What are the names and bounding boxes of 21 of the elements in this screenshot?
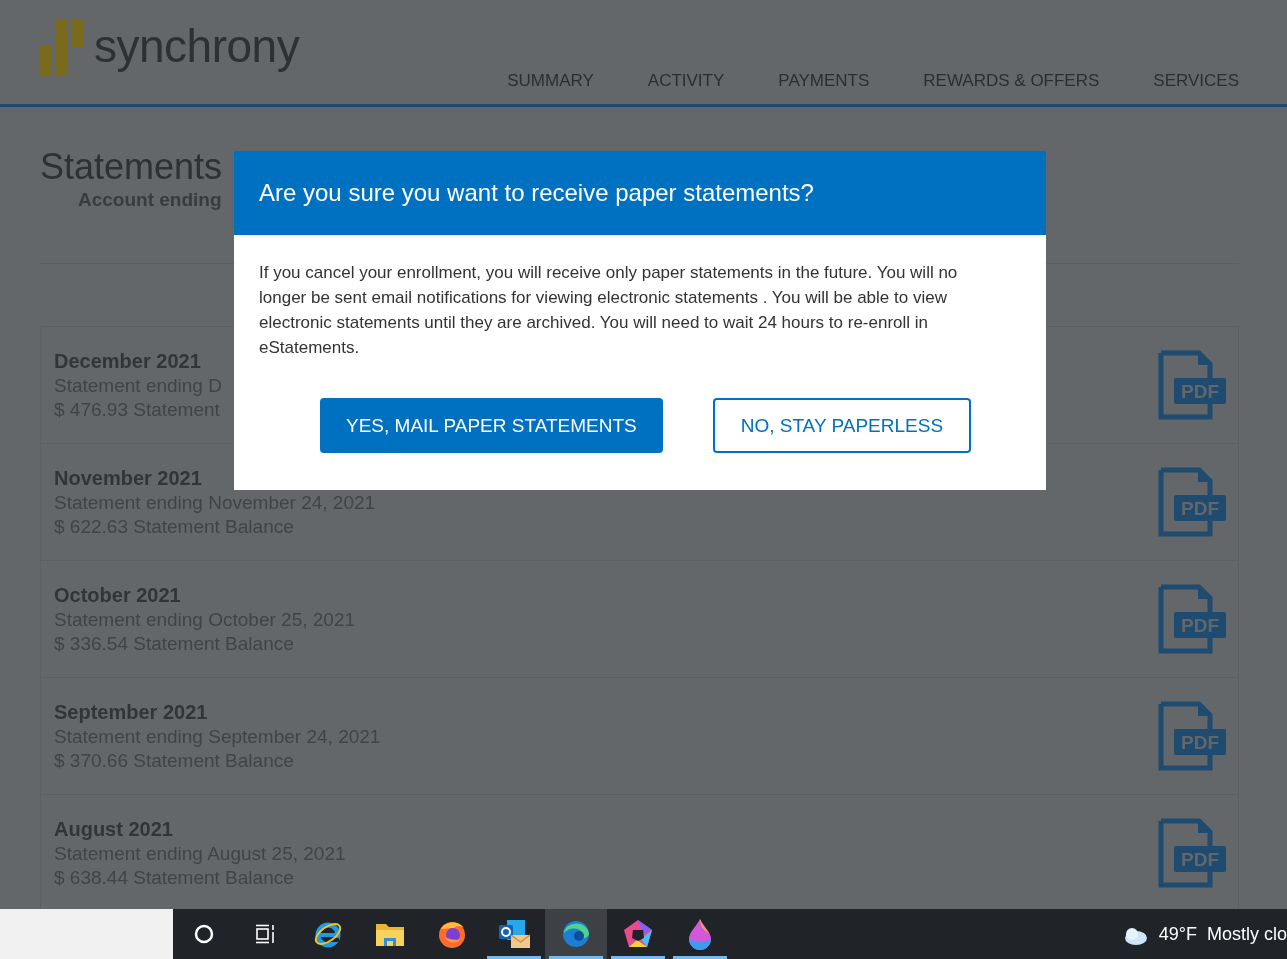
fox-globe-icon[interactable] xyxy=(437,919,467,949)
mail-envelope-icon[interactable] xyxy=(497,918,531,950)
dialog-title: Are you sure you want to receive paper statements? xyxy=(259,179,814,207)
dialog-message: If you cancel your enrollment, you will receive only paper statements in the future. You will no longer be sent email notifications for viewing electronic statements . You will be able to view electronic statements until they are archived. You will need to wait 24 hours to re-enroll in eStatements. xyxy=(258,262,959,359)
drop-icon[interactable] xyxy=(687,918,713,950)
weather-condition[interactable]: Mostly clo xyxy=(1207,923,1287,945)
taskbar-search-field[interactable] xyxy=(0,909,173,959)
cancel-button[interactable]: NO, STAY PAPERLESS xyxy=(712,398,972,453)
nav-link[interactable]: SUMMARY xyxy=(507,71,594,91)
nav-link[interactable]: ACTIVITY xyxy=(647,71,725,91)
nav-link[interactable]: REWARDS & OFFERS xyxy=(923,71,1100,91)
wave-globe-icon[interactable] xyxy=(561,919,591,949)
folder-icon[interactable] xyxy=(375,921,405,947)
confirm-button[interactable]: YES, MAIL PAPER STATEMENTS xyxy=(320,398,663,453)
nav-link[interactable]: PAYMENTS xyxy=(778,71,870,91)
logo-bars-icon xyxy=(40,20,84,76)
nav-link[interactable]: SERVICES xyxy=(1153,71,1239,91)
pentagon-icon[interactable] xyxy=(623,919,653,949)
task-view-icon[interactable] xyxy=(255,924,277,944)
cortana-circle-icon[interactable] xyxy=(193,923,215,945)
weather-temperature[interactable]: 49°F xyxy=(1158,923,1197,945)
